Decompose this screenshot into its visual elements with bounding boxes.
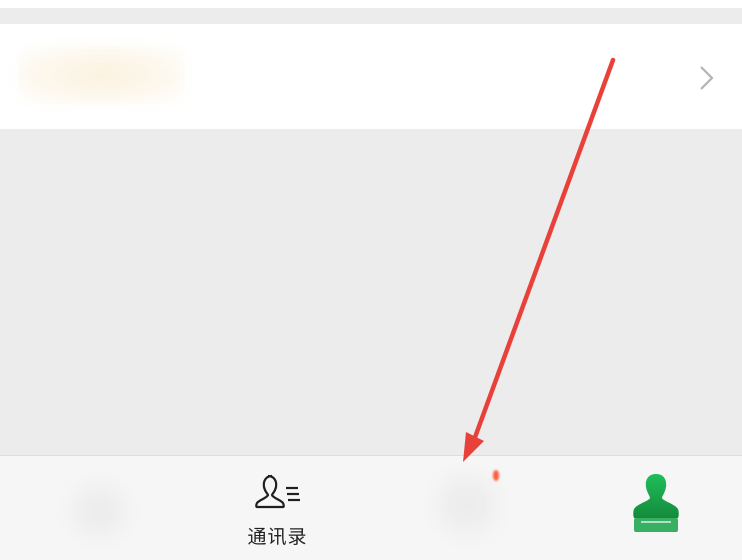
tab-contacts-label: 通讯录 <box>247 526 308 548</box>
list-row[interactable] <box>0 24 742 129</box>
discover-icon <box>432 470 502 540</box>
tab-contacts[interactable]: 通讯录 <box>185 456 370 560</box>
top-section-strip <box>0 0 742 8</box>
contacts-icon <box>255 474 300 509</box>
tab-discover[interactable] <box>370 456 555 560</box>
bottom-tab-bar: 通讯录 <box>0 455 742 560</box>
blurred-row-label <box>18 46 184 104</box>
me-icon <box>633 474 679 532</box>
tab-me[interactable] <box>555 456 740 560</box>
tab-chats[interactable] <box>0 456 185 560</box>
chat-icon <box>68 480 130 542</box>
chevron-right-icon <box>700 66 714 90</box>
notification-dot <box>493 470 499 481</box>
